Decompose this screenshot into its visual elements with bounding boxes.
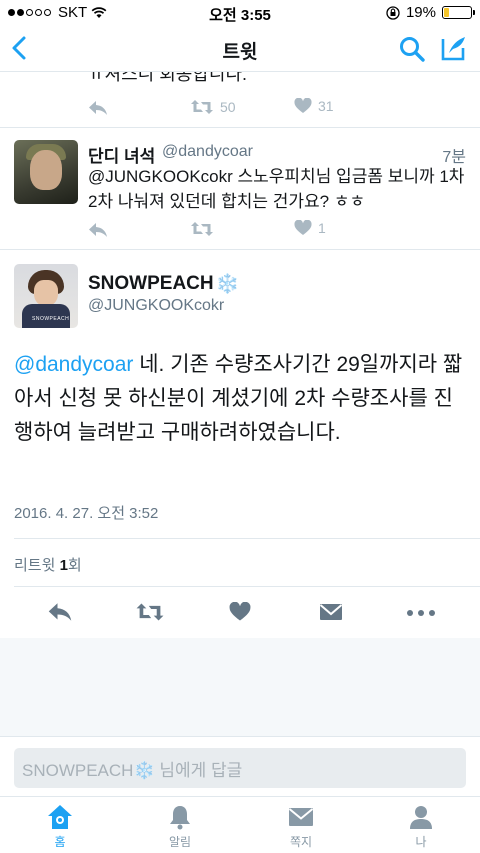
bell-icon (170, 806, 190, 830)
tweet-timestamp: 2016. 4. 27. 오전 3:52 (14, 505, 159, 522)
tab-messages[interactable]: 쪽지 (261, 803, 341, 850)
avatar-watermark: SNOWPEACH (32, 316, 70, 322)
retweet-stats[interactable]: 리트윗 1회 (14, 554, 82, 575)
retweet-button[interactable] (135, 601, 165, 623)
retweet-icon (191, 222, 213, 236)
reply-action[interactable] (88, 100, 108, 116)
more-dots-icon (407, 610, 435, 616)
avatar[interactable]: SNOWPEACH (14, 264, 78, 328)
home-icon (48, 805, 72, 829)
retweet-count: 1 (59, 557, 68, 574)
retweet-action[interactable] (190, 220, 214, 238)
reply-icon (89, 223, 107, 237)
battery-icon (442, 6, 475, 19)
divider (0, 249, 480, 250)
tweet-text: @JUNGKOOKcokr 스노우피치님 입금폼 보니까 1차 2차 나눠져 있… (88, 167, 465, 211)
more-options-button[interactable] (407, 610, 435, 616)
tab-me[interactable]: 나 (381, 803, 461, 850)
heart-icon (229, 602, 251, 621)
retweet-action[interactable]: 50 (190, 98, 236, 116)
reply-button[interactable] (47, 602, 73, 622)
tweet-text: ㅠ셔스니 회송합니다. (88, 72, 248, 84)
person-icon (410, 806, 432, 829)
divider (14, 586, 480, 587)
direct-message-button[interactable] (319, 602, 343, 622)
tab-home[interactable]: 홈 (20, 803, 100, 850)
tab-notifications[interactable]: 알림 (140, 803, 220, 850)
empty-area (0, 638, 480, 748)
like-count: 1 (318, 220, 326, 236)
envelope-icon (319, 604, 343, 620)
search-icon[interactable] (398, 35, 426, 63)
avatar[interactable] (14, 140, 78, 204)
tab-label: 나 (415, 835, 427, 849)
username[interactable]: @JUNGKOOKcokr (88, 297, 224, 315)
divider (14, 538, 480, 539)
like-count: 31 (318, 98, 334, 114)
reply-icon (89, 101, 107, 115)
tab-label: 알림 (168, 835, 192, 849)
divider (0, 127, 480, 128)
retweet-label: 리트윗 (14, 557, 56, 574)
snowflake-emoji: ❄️ (215, 274, 240, 295)
reply-icon (48, 603, 72, 621)
retweet-count: 50 (220, 99, 236, 115)
reply-input[interactable]: SNOWPEACH❄️ 님에게 답글 (14, 748, 466, 788)
username[interactable]: @dandycoar (162, 143, 253, 161)
battery-percent: 19% (405, 4, 436, 21)
status-bar: SKT 오전 3:55 19% (0, 0, 480, 24)
tab-bar: 홈 알림 쪽지 나 (0, 796, 480, 853)
mention-link[interactable]: @dandycoar (14, 353, 133, 376)
heart-icon (294, 220, 312, 235)
tweet-thread: ㅠ셔스니 회송합니다. 50 31 단디 녀석 @dandycoar 7분 @J… (0, 72, 480, 748)
retweet-icon (191, 100, 213, 114)
envelope-icon (288, 808, 314, 826)
like-action[interactable]: 1 (294, 220, 326, 236)
reply-composer: SNOWPEACH❄️ 님에게 답글 (0, 736, 480, 788)
nav-bar: 트윗 (0, 24, 480, 72)
tweet-text: @dandycoar 네. 기존 수량조사기간 29일까지라 짧아서 신청 못 … (14, 348, 470, 450)
display-name-text: SNOWPEACH (88, 273, 214, 294)
heart-icon (294, 98, 312, 113)
tab-label: 홈 (54, 835, 66, 849)
tab-label: 쪽지 (289, 835, 313, 849)
retweet-icon (136, 603, 164, 621)
display-name[interactable]: SNOWPEACH ❄️ (88, 272, 239, 296)
like-button[interactable] (229, 602, 251, 622)
reply-action[interactable] (88, 222, 108, 238)
compose-icon[interactable] (440, 34, 468, 62)
orientation-lock-icon (386, 5, 400, 20)
retweet-unit: 회 (67, 557, 82, 574)
like-action[interactable]: 31 (294, 98, 334, 114)
status-right: 19% (386, 4, 475, 21)
